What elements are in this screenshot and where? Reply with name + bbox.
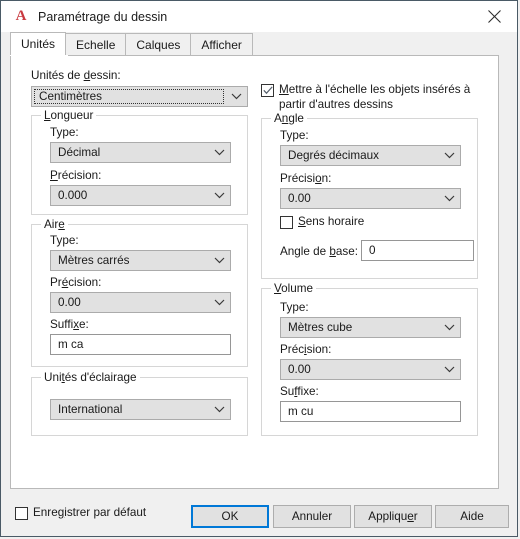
drawing-setup-dialog: A Paramétrage du dessin Unités Echelle C… <box>0 0 518 537</box>
lighting-units-group-title: Unités d'éclairage <box>41 371 140 384</box>
length-precision-label: Précision: <box>50 169 102 182</box>
checkbox-box <box>15 507 28 520</box>
angle-precision-value: 0.00 <box>288 192 311 205</box>
base-angle-input[interactable]: 0 <box>361 240 474 261</box>
area-precision-combobox[interactable]: 0.00 <box>50 292 231 313</box>
area-type-combobox[interactable]: Mètres carrés <box>50 250 231 271</box>
area-precision-label: Précision: <box>50 276 102 289</box>
tab-calques[interactable]: Calques <box>125 33 192 55</box>
volume-group: Volume Type: Mètres cube Précision: 0.00… <box>261 282 478 436</box>
lighting-units-value: International <box>58 403 123 416</box>
title-bar: A Paramétrage du dessin <box>1 1 517 32</box>
volume-precision-combobox[interactable]: 0.00 <box>280 359 461 380</box>
chevron-down-icon <box>208 299 230 306</box>
drawing-units-combobox[interactable]: Centimètres <box>31 86 248 107</box>
area-suffix-input[interactable]: m ca <box>50 334 231 355</box>
autocad-a-icon: A <box>15 8 27 24</box>
area-suffix-value: m ca <box>58 338 84 351</box>
checkbox-box <box>280 216 293 229</box>
close-icon[interactable] <box>472 1 517 32</box>
volume-type-combobox[interactable]: Mètres cube <box>280 317 461 338</box>
save-as-default-label: Enregistrer par défaut <box>33 506 147 519</box>
clockwise-checkbox[interactable]: Sens horaire <box>280 215 364 230</box>
length-type-label: Type: <box>50 126 79 139</box>
chevron-down-icon <box>438 195 460 202</box>
angle-group: Angle Type: Degrés décimaux Précision: 0… <box>261 112 478 279</box>
length-group-title: Longueur <box>41 109 97 122</box>
checkbox-box <box>261 84 274 97</box>
length-precision-value: 0.000 <box>58 189 88 202</box>
drawing-units-label: Unités de dessin: <box>31 69 121 82</box>
lighting-units-combobox[interactable]: International <box>50 399 231 420</box>
volume-suffix-value: m cu <box>288 405 314 418</box>
length-precision-combobox[interactable]: 0.000 <box>50 185 231 206</box>
volume-precision-label: Précision: <box>280 343 332 356</box>
volume-group-title: Volume <box>271 282 316 295</box>
length-type-combobox[interactable]: Décimal <box>50 142 231 163</box>
scale-inserted-objects-checkbox[interactable]: Mettre à l'échelle les objets insérés à … <box>261 83 489 112</box>
volume-suffix-input[interactable]: m cu <box>280 401 461 422</box>
window-title: Paramétrage du dessin <box>38 10 168 24</box>
tab-strip: Unités Echelle Calques Afficher <box>1 32 517 55</box>
tab-content-panel: Unités de dessin: Centimètres Longueur T… <box>10 55 499 489</box>
angle-type-value: Degrés décimaux <box>288 149 379 162</box>
area-type-value: Mètres carrés <box>58 254 130 267</box>
length-type-value: Décimal <box>58 146 101 159</box>
help-button[interactable]: Aide <box>435 505 509 528</box>
area-type-label: Type: <box>50 234 79 247</box>
length-group: Longueur Type: Décimal Précision: 0.000 <box>31 109 248 215</box>
cancel-button[interactable]: Annuler <box>273 505 351 528</box>
volume-precision-value: 0.00 <box>288 363 311 376</box>
chevron-down-icon <box>208 149 230 156</box>
apply-button[interactable]: Appliqu e r <box>354 505 432 528</box>
clockwise-label: Sens horaire <box>298 215 365 228</box>
area-group-title: Aire <box>41 218 68 231</box>
angle-type-label: Type: <box>280 129 309 142</box>
chevron-down-icon <box>208 257 230 264</box>
area-suffix-label: Suffixe: <box>50 318 89 331</box>
angle-precision-combobox[interactable]: 0.00 <box>280 188 461 209</box>
tab-unites[interactable]: Unités <box>10 32 67 55</box>
scale-inserted-objects-label: Mettre à l'échelle les objets insérés à … <box>279 83 471 111</box>
ok-button[interactable]: OK <box>191 505 269 528</box>
angle-precision-label: Précision: <box>280 172 332 185</box>
volume-type-value: Mètres cube <box>288 321 353 334</box>
chevron-down-icon <box>208 406 230 413</box>
area-precision-value: 0.00 <box>58 296 81 309</box>
area-group: Aire Type: Mètres carrés Précision: 0.00… <box>31 218 248 367</box>
check-icon <box>262 86 273 95</box>
volume-suffix-label: Suffixe: <box>280 385 319 398</box>
base-angle-label: Angle de base: <box>280 245 358 258</box>
chevron-down-icon <box>438 366 460 373</box>
chevron-down-icon <box>225 93 247 100</box>
chevron-down-icon <box>438 152 460 159</box>
chevron-down-icon <box>208 192 230 199</box>
angle-group-title: Angle <box>271 112 307 125</box>
tab-echelle[interactable]: Echelle <box>65 33 127 55</box>
lighting-units-group: Unités d'éclairage International <box>31 371 248 436</box>
drawing-units-value: Centimètres <box>34 89 224 104</box>
chevron-down-icon <box>438 324 460 331</box>
save-as-default-checkbox[interactable]: Enregistrer par défaut <box>15 506 146 521</box>
angle-type-combobox[interactable]: Degrés décimaux <box>280 145 461 166</box>
base-angle-value: 0 <box>369 244 376 257</box>
volume-type-label: Type: <box>280 301 309 314</box>
tab-afficher[interactable]: Afficher <box>190 33 253 55</box>
